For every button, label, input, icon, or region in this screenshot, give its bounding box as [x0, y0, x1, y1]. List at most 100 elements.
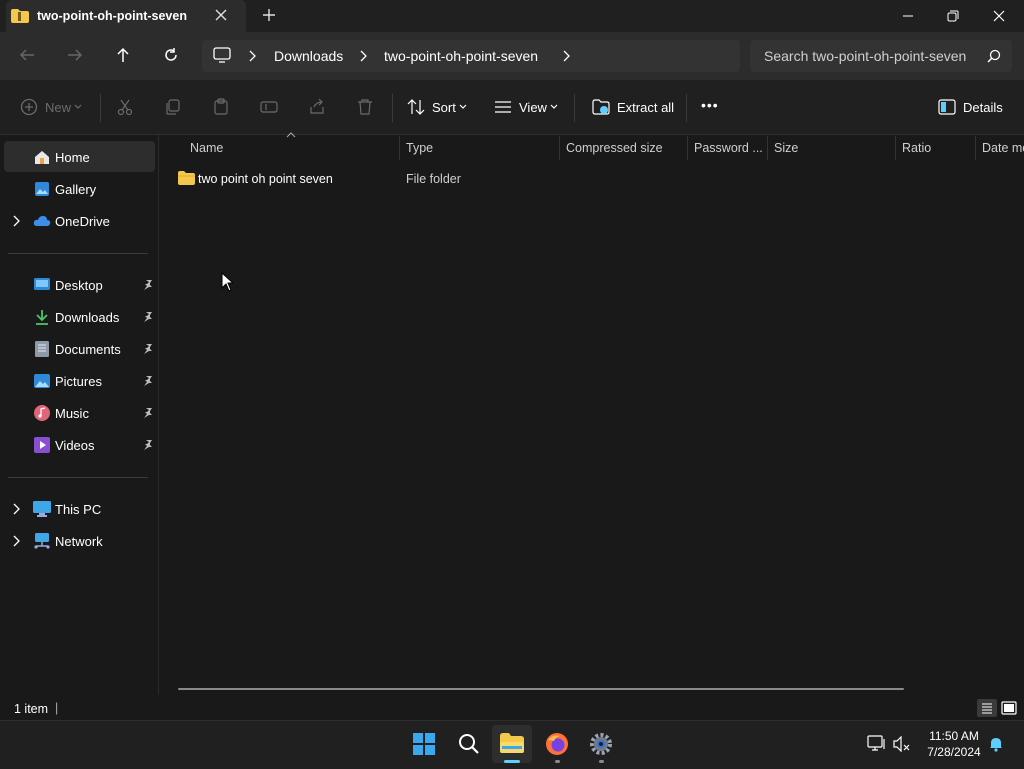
- search-taskbar-icon[interactable]: [458, 733, 480, 755]
- sidebar-item-pictures[interactable]: Pictures: [55, 374, 102, 389]
- close-window-icon[interactable]: [991, 8, 1007, 24]
- column-header-ratio[interactable]: Ratio: [902, 141, 931, 155]
- more-options-button[interactable]: •••: [701, 97, 719, 113]
- expand-chevron-icon[interactable]: [11, 535, 21, 547]
- refresh-icon[interactable]: [162, 46, 180, 64]
- column-header-size[interactable]: Size: [774, 141, 798, 155]
- documents-icon: [35, 341, 49, 357]
- pin-icon[interactable]: [142, 439, 154, 451]
- running-app-indicator: [555, 760, 560, 763]
- sidebar-item-music[interactable]: Music: [55, 406, 89, 421]
- restore-icon[interactable]: [945, 8, 961, 24]
- expand-chevron-icon[interactable]: [11, 503, 21, 515]
- new-icon[interactable]: [20, 98, 38, 116]
- column-divider[interactable]: [895, 136, 896, 160]
- breadcrumb-downloads[interactable]: Downloads: [274, 48, 343, 64]
- new-button[interactable]: New: [45, 100, 71, 115]
- toolbar-divider: [686, 94, 687, 122]
- toolbar-divider: [392, 94, 393, 122]
- search-input[interactable]: Search two-point-oh-point-seven: [764, 48, 980, 64]
- details-view-toggle[interactable]: [977, 699, 997, 717]
- this-pc-monitor-icon[interactable]: [213, 47, 231, 63]
- search-icon[interactable]: [987, 49, 1001, 63]
- zip-folder-icon: [11, 9, 29, 23]
- chevron-down-icon: [74, 104, 82, 110]
- details-button[interactable]: Details: [963, 100, 1003, 115]
- column-divider[interactable]: [399, 136, 400, 160]
- up-icon[interactable]: [114, 46, 132, 64]
- clock-date[interactable]: 7/28/2024: [918, 745, 990, 759]
- pin-icon[interactable]: [142, 407, 154, 419]
- copy-icon[interactable]: [164, 98, 182, 116]
- view-icon[interactable]: [494, 100, 512, 114]
- folder-icon: [178, 171, 195, 185]
- network-icon: [33, 533, 51, 549]
- rename-icon[interactable]: [260, 98, 278, 116]
- extract-all-button[interactable]: Extract all: [617, 100, 674, 115]
- column-header-compressed-size[interactable]: Compressed size: [566, 141, 663, 155]
- pin-icon[interactable]: [142, 343, 154, 355]
- sidebar-divider: [8, 253, 148, 254]
- clock-time[interactable]: 11:50 AM: [918, 729, 990, 743]
- column-divider[interactable]: [687, 136, 688, 160]
- file-name[interactable]: two point oh point seven: [198, 172, 333, 186]
- column-divider[interactable]: [767, 136, 768, 160]
- column-header-password[interactable]: Password ...: [694, 141, 763, 155]
- pin-icon[interactable]: [142, 375, 154, 387]
- gallery-icon: [34, 181, 50, 197]
- new-tab-icon[interactable]: [262, 8, 276, 22]
- file-type: File folder: [406, 172, 461, 186]
- cut-icon[interactable]: [116, 98, 134, 116]
- extract-icon[interactable]: [592, 98, 610, 116]
- column-divider[interactable]: [975, 136, 976, 160]
- sidebar-item-this-pc[interactable]: This PC: [55, 502, 101, 517]
- forward-icon[interactable]: [66, 46, 84, 64]
- paste-icon[interactable]: [212, 98, 230, 116]
- sidebar-item-desktop[interactable]: Desktop: [55, 278, 103, 293]
- sidebar-item-onedrive[interactable]: OneDrive: [55, 214, 110, 229]
- column-header-name[interactable]: Name: [190, 141, 223, 155]
- sidebar-item-downloads[interactable]: Downloads: [55, 310, 119, 325]
- column-divider[interactable]: [559, 136, 560, 160]
- chevron-right-icon[interactable]: [561, 50, 571, 62]
- settings-icon[interactable]: [589, 732, 613, 756]
- delete-icon[interactable]: [356, 98, 374, 116]
- item-count: 1 item: [14, 702, 49, 716]
- minimize-icon[interactable]: [900, 8, 916, 24]
- status-bar: [0, 695, 1024, 720]
- chevron-right-icon[interactable]: [358, 50, 368, 62]
- tab-close-icon[interactable]: [214, 8, 228, 22]
- large-icons-view-toggle[interactable]: [1000, 699, 1018, 717]
- horizontal-scrollbar[interactable]: [178, 688, 904, 690]
- firefox-icon[interactable]: [545, 732, 569, 756]
- file-explorer-icon: [500, 733, 524, 753]
- column-header-date-modified[interactable]: Date mo: [982, 141, 1024, 155]
- breadcrumb-current-folder[interactable]: two-point-oh-point-seven: [384, 48, 538, 64]
- sidebar-item-documents[interactable]: Documents: [55, 342, 121, 357]
- notification-bell-icon[interactable]: [988, 736, 1004, 752]
- sidebar-item-network[interactable]: Network: [55, 534, 103, 549]
- sort-indicator-icon: [286, 132, 296, 138]
- view-button[interactable]: View: [519, 100, 547, 115]
- start-icon[interactable]: [413, 733, 435, 755]
- volume-muted-icon[interactable]: [893, 736, 911, 752]
- mouse-cursor-icon: [221, 272, 233, 292]
- expand-chevron-icon[interactable]: [11, 215, 21, 227]
- sort-button[interactable]: Sort: [432, 100, 456, 115]
- sidebar-item-gallery[interactable]: Gallery: [55, 182, 96, 197]
- column-header-type[interactable]: Type: [406, 141, 433, 155]
- pin-icon[interactable]: [142, 311, 154, 323]
- back-icon[interactable]: [18, 46, 36, 64]
- chevron-down-icon: [550, 104, 558, 110]
- pin-icon[interactable]: [142, 279, 154, 291]
- sidebar-item-videos[interactable]: Videos: [55, 438, 95, 453]
- active-app-indicator: [504, 760, 520, 763]
- sort-icon[interactable]: [407, 99, 425, 115]
- network-status-icon[interactable]: [867, 735, 887, 753]
- running-app-indicator: [599, 760, 604, 763]
- details-pane-icon[interactable]: [938, 99, 956, 115]
- chevron-right-icon[interactable]: [247, 50, 257, 62]
- home-icon: [34, 149, 50, 165]
- music-icon: [34, 405, 50, 421]
- share-icon[interactable]: [308, 98, 326, 116]
